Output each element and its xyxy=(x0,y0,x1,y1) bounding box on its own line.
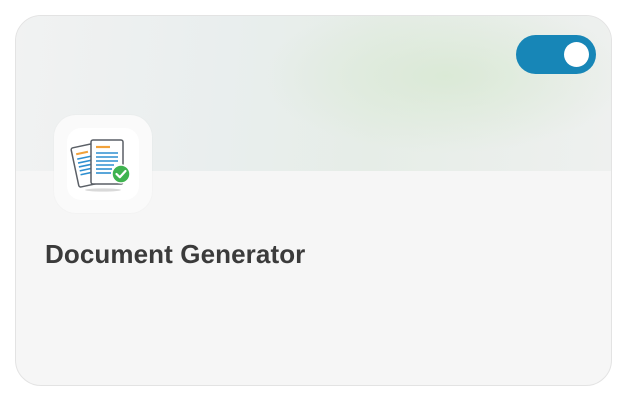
document-generator-icon xyxy=(67,128,139,200)
app-icon-tile xyxy=(54,115,152,213)
card-title: Document Generator xyxy=(45,239,306,269)
enable-toggle[interactable] xyxy=(516,35,596,74)
toggle-knob xyxy=(564,42,589,67)
app-card[interactable]: Document Generator xyxy=(15,15,612,386)
documents-with-check-icon xyxy=(70,139,131,192)
